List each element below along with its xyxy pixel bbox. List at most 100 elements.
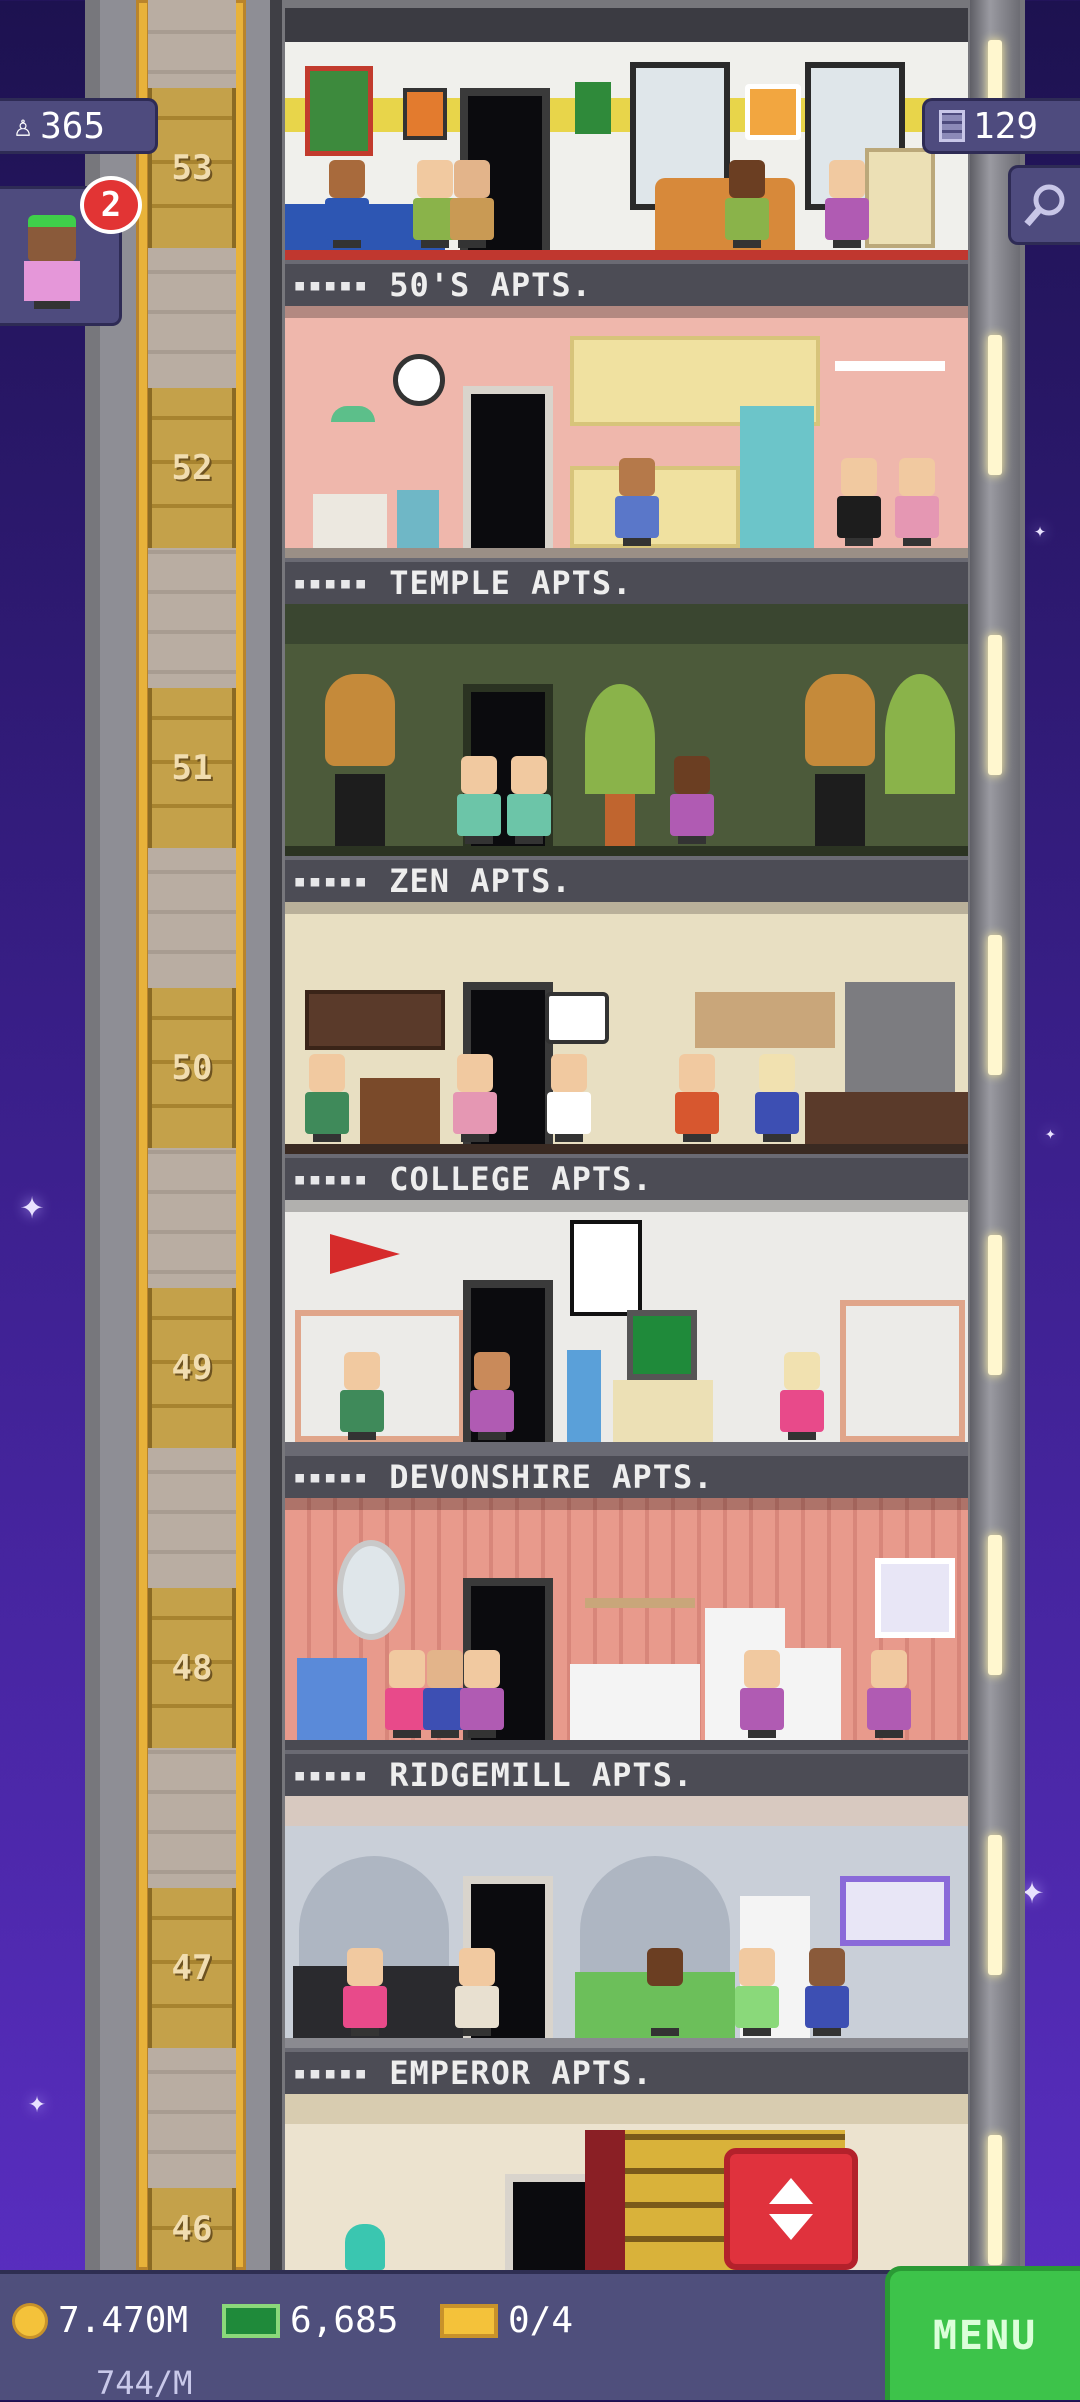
floor-label[interactable]: ▪▪▪▪▪ COLLEGE APTS. [285,1154,968,1200]
bitizen[interactable] [825,160,869,248]
bitizen[interactable] [735,1948,779,2036]
star-decoration: ✦ [20,1182,45,1228]
building-icon [939,110,965,142]
floor-47[interactable]: ▪▪▪▪▪ EMPEROR APTS. [285,1796,968,2094]
coin-rate: 744/M [96,2364,193,2402]
apartment-door[interactable] [505,2174,595,2270]
tv-stand [613,1380,713,1442]
tv-set [865,148,935,248]
floor-rating-dots: ▪▪▪▪▪ [293,2060,370,2086]
floor-53[interactable]: ▪▪▪▪▪ 50'S APTS. [285,8,968,306]
bitizen[interactable] [755,1054,799,1142]
floor-label[interactable]: ▪▪▪▪▪ RIDGEMILL APTS. [285,1750,968,1796]
floor-50[interactable]: ▪▪▪▪▪ COLLEGE APTS. [285,902,968,1200]
floor-51[interactable]: ▪▪▪▪▪ ZEN APTS. [285,604,968,902]
kitchen-counter [570,1664,700,1740]
bitizen[interactable] [837,458,881,546]
floor-name: 50'S APTS. [389,266,592,304]
floor-name: ZEN APTS. [389,862,572,900]
bitizen[interactable] [740,1650,784,1738]
floor-name: TEMPLE APTS. [389,564,633,602]
room-interior [285,1796,968,2048]
bitizen[interactable] [325,160,369,248]
bitizen[interactable] [305,1054,349,1142]
bitizen[interactable] [507,756,551,844]
floor-number[interactable]: 50 [148,988,236,1148]
menu-button[interactable]: MENU [885,2266,1080,2400]
poster [570,1220,642,1316]
floor-number[interactable]: 48 [148,1588,236,1748]
bitizen[interactable] [455,1948,499,2036]
tickets-value: 0/4 [508,2300,574,2341]
shaft-edge [270,0,282,2270]
bitizen[interactable] [340,1352,384,1440]
bitizen[interactable] [343,1948,387,2036]
bitizen[interactable] [643,1948,687,2036]
floor-label[interactable]: ▪▪▪▪▪ 50'S APTS. [285,260,968,306]
bitizen[interactable] [453,1054,497,1142]
fridge [845,982,955,1092]
floor-label[interactable]: ▪▪▪▪▪ EMPEROR APTS. [285,2048,968,2094]
counter [805,1092,968,1144]
floor-number[interactable]: 49 [148,1288,236,1448]
floor-number[interactable]: 46 [148,2188,236,2270]
room-interior [285,8,968,260]
red-curtain [585,2130,625,2270]
bitizen[interactable] [457,756,501,844]
buddha-statue [805,674,875,766]
floor-48[interactable]: ▪▪▪▪▪ RIDGEMILL APTS. [285,1498,968,1796]
notification-badge[interactable]: 2 [80,176,142,234]
bitizen[interactable] [780,1352,824,1440]
side-table [313,494,387,548]
floor-rating-dots: ▪▪▪▪▪ [293,868,370,894]
floor-name: RIDGEMILL APTS. [389,1756,694,1794]
speech-bubble [545,992,609,1044]
bitizen[interactable] [615,458,659,546]
bitizen[interactable] [725,160,769,248]
coins-display[interactable]: 7.470M [12,2300,188,2341]
bitizen[interactable] [670,756,714,844]
apartment-door[interactable] [463,386,553,554]
floor-49[interactable]: ▪▪▪▪▪ DEVONSHIRE APTS. [285,1200,968,1498]
fridge [740,406,814,548]
retro-tv [627,1310,697,1380]
incense-stand [815,774,865,846]
bitizen[interactable] [805,1948,849,2036]
bitizen[interactable] [450,160,494,248]
bitizen[interactable] [867,1650,911,1738]
floor-52[interactable]: ▪▪▪▪▪ TEMPLE APTS. [285,306,968,604]
pillar-light [988,1835,1002,1975]
tickets-display[interactable]: 0/4 [440,2300,573,2341]
floor-number[interactable]: 53 [148,88,236,248]
floor-number[interactable]: 52 [148,388,236,548]
elevator-control-button[interactable] [724,2148,858,2270]
floor-rating-dots: ▪▪▪▪▪ [293,1166,370,1192]
search-button[interactable] [1008,165,1080,245]
pillar-light [988,2135,1002,2265]
bitizen[interactable] [895,458,939,546]
population-badge[interactable]: ♙ 365 [0,98,158,154]
floor-46[interactable] [285,2094,968,2270]
floor-number[interactable]: 51 [148,688,236,848]
room-interior [285,902,968,1154]
room-interior [285,306,968,558]
floor-count-badge[interactable]: 129 [922,98,1080,154]
bitizen[interactable] [460,1650,504,1738]
floor-label[interactable]: ▪▪▪▪▪ TEMPLE APTS. [285,558,968,604]
wall-shelf [585,1598,695,1608]
bitizen[interactable] [675,1054,719,1142]
ticket-icon [440,2303,498,2338]
floor-number[interactable]: 47 [148,1888,236,2048]
coin-icon [12,2302,48,2339]
pillar-light [988,935,1002,1075]
star-decoration: ✦ [1034,518,1047,542]
chair [397,490,439,548]
wall-painting [403,88,447,140]
pillar-light [988,1535,1002,1675]
elevator-updown-icon [769,2178,813,2240]
bitizen[interactable] [547,1054,591,1142]
bitizen[interactable] [470,1352,514,1440]
floor-label[interactable]: ▪▪▪▪▪ ZEN APTS. [285,856,968,902]
bux-display[interactable]: 6,685 [222,2300,398,2341]
floor-label[interactable]: ▪▪▪▪▪ DEVONSHIRE APTS. [285,1452,968,1498]
